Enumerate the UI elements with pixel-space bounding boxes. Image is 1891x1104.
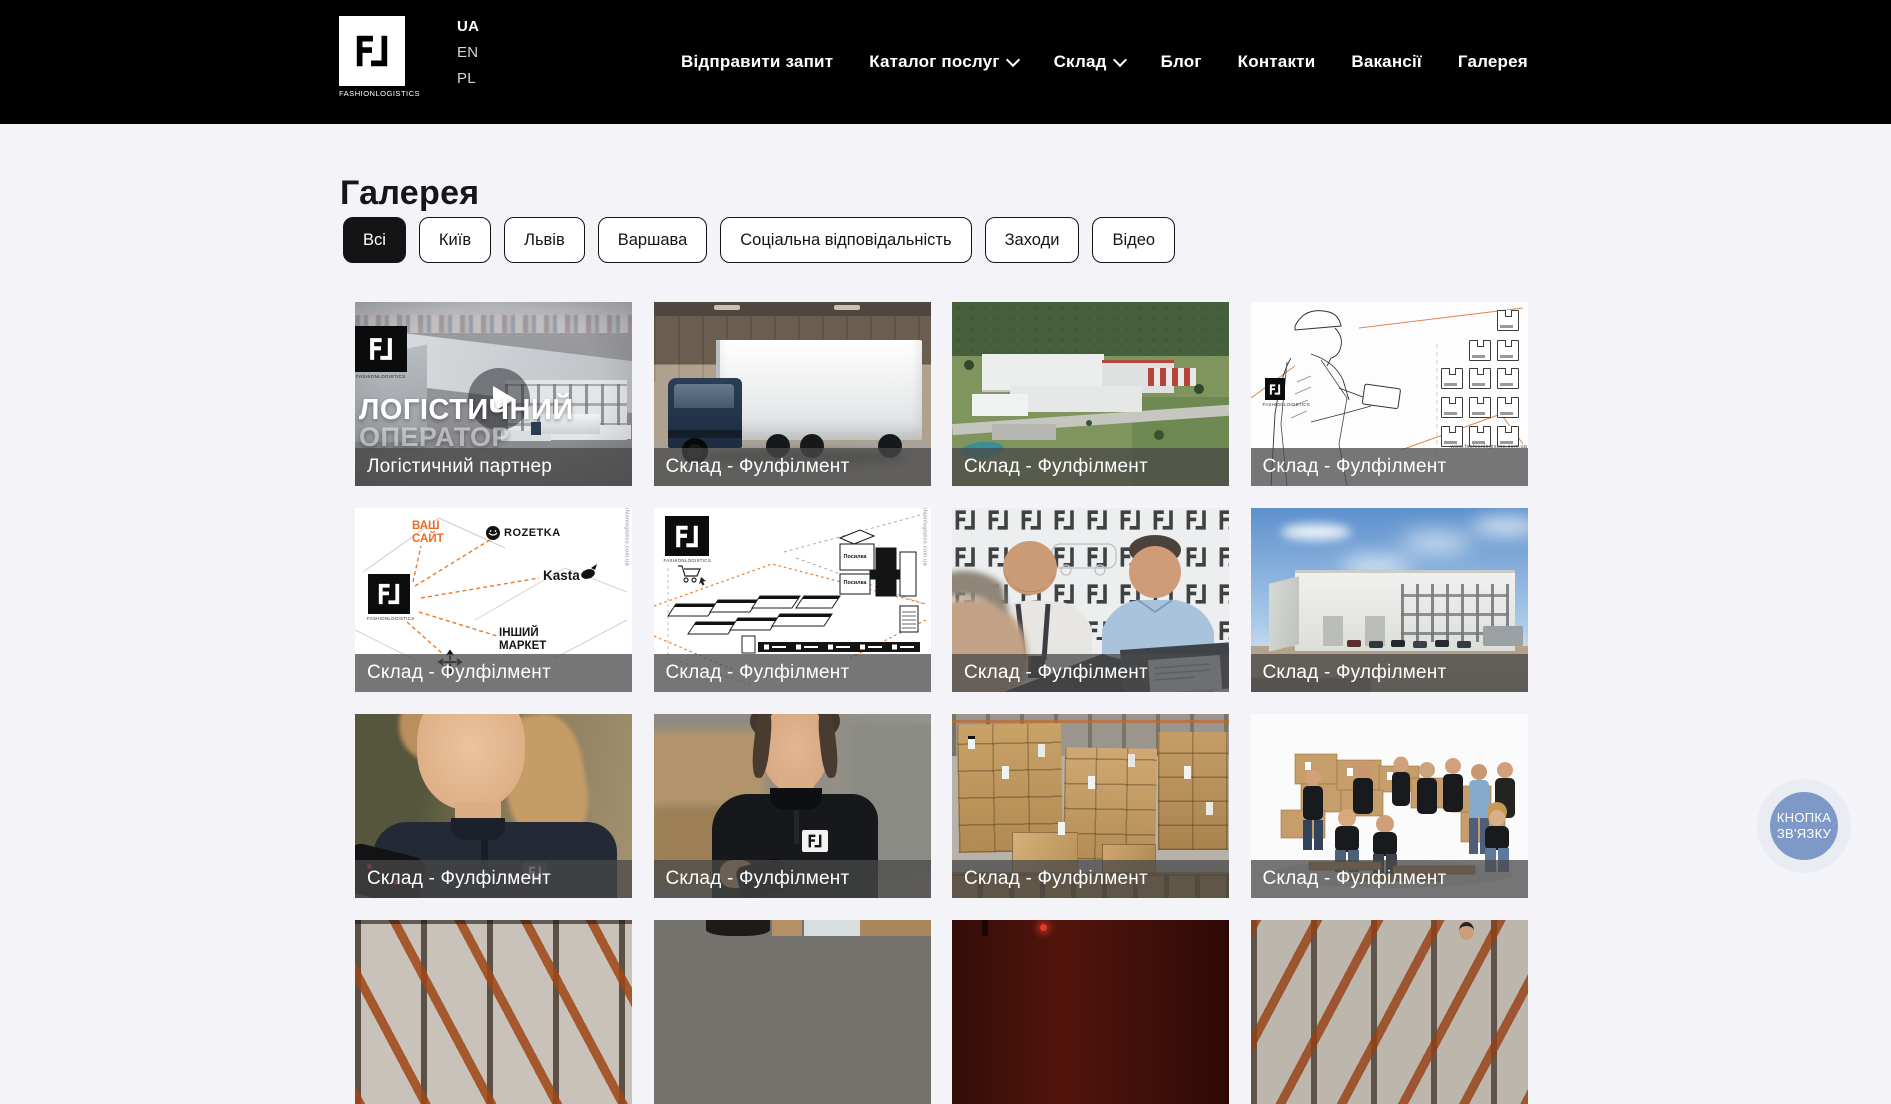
gallery-image [952,920,1229,1104]
gallery-item[interactable]: Склад - Фулфілмент [1251,508,1528,692]
diagram-label-parcel: Посилка [844,554,867,560]
gallery-item[interactable]: Склад - Фулфілмент [355,714,632,898]
brand-logo[interactable]: FASHIONLOGISTICS [339,16,405,98]
site-url-vertical: www.fashionlogistics.com.ua [922,508,928,566]
nav-warehouse[interactable]: Склад [1054,52,1125,72]
gallery-item[interactable]: Склад - Фулфілмент [952,508,1229,692]
filter-lviv[interactable]: Львів [504,217,585,263]
lang-pl[interactable]: PL [457,70,479,87]
filter-social-responsibility[interactable]: Соціальна відповідальність [720,217,971,263]
video-overlay-title: ЛОГІСТИЧНИЙ ОПЕРАТОР [359,397,574,450]
nav-blog[interactable]: Блог [1161,52,1202,72]
gallery-caption: Склад - Фулфілмент [654,448,931,486]
gallery-item[interactable]: Склад - Фулфілмент [952,302,1229,486]
filter-warsaw[interactable]: Варшава [598,217,708,263]
nav-gallery[interactable]: Галерея [1458,52,1528,72]
diagram-label-parcel: Посилка [844,580,867,586]
gallery-caption: Склад - Фулфілмент [1251,860,1528,898]
page-title: Галерея [340,174,479,213]
header: FASHIONLOGISTICS UA EN PL Відправити зап… [0,0,1891,124]
fl-logo-watermark [355,326,407,372]
gallery-caption: Склад - Фулфілмент [952,860,1229,898]
nav-contacts[interactable]: Контакти [1238,52,1316,72]
lang-en[interactable]: EN [457,44,479,61]
filter-events[interactable]: Заходи [985,217,1080,263]
fl-logo-small [665,516,709,556]
fl-logo-small [368,574,410,614]
gallery-item-partial[interactable] [1251,920,1528,1104]
nav-vacancies[interactable]: Вакансії [1351,52,1422,72]
gallery-item[interactable]: FASHIONLOGISTICS www.fashionlogistics.co… [1251,302,1528,486]
contact-button-label: КНОПКА ЗВ'ЯЗКУ [1770,792,1838,860]
chevron-down-icon [1113,52,1127,66]
gallery-item-video[interactable]: FASHIONLOGISTICS ЛОГІСТИЧНИЙ ОПЕРАТОР Ло… [355,302,632,486]
gallery-item[interactable]: Склад - Фулфілмент [654,714,931,898]
gallery-image [654,920,931,1104]
filter-kyiv[interactable]: Київ [419,217,491,263]
gallery-caption: Склад - Фулфілмент [952,654,1229,692]
filter-video[interactable]: Відео [1092,217,1175,263]
gallery-item[interactable]: Склад - Фулфілмент [1251,714,1528,898]
diagram-label-your-site: ВАШСАЙТ [412,520,444,546]
gallery-item-partial[interactable] [952,920,1229,1104]
nav-send-request[interactable]: Відправити запит [681,52,833,72]
gallery-caption: Склад - Фулфілмент [355,860,632,898]
gallery-image [1251,920,1528,1104]
gallery-item-partial[interactable] [355,920,632,1104]
gallery-caption: Склад - Фулфілмент [654,860,931,898]
lang-ua[interactable]: UA [457,18,479,35]
gallery-caption: Склад - Фулфілмент [1251,654,1528,692]
gallery-filters: Всі Київ Львів Варшава Соціальна відпові… [343,217,1175,263]
brand-name: FASHIONLOGISTICS [339,89,405,98]
gallery-item[interactable]: FASHIONLOGISTICS Посилка Посилка www.fas… [654,508,931,692]
gallery-item-partial[interactable] [654,920,931,1104]
nav-services-catalog[interactable]: Каталог послуг [869,52,1017,72]
diagram-label-kasta: Kasta [543,568,580,583]
fl-logo-watermark-text: FASHIONLOGISTICS [356,374,405,379]
gallery-caption: Склад - Фулфілмент [1251,448,1528,486]
gallery-item[interactable]: Склад - Фулфілмент [952,714,1229,898]
fl-logo-icon [339,16,405,86]
gallery-caption: Склад - Фулфілмент [952,448,1229,486]
chevron-down-icon [1006,52,1020,66]
fl-logo-small [1265,378,1285,400]
gallery-caption: Склад - Фулфілмент [654,654,931,692]
diagram-label-rozetka: ROZETKA [504,527,561,539]
site-url-vertical: www.fashionlogistics.com.ua [623,508,629,566]
gallery-item[interactable]: ВАШСАЙТ ROZETKA Kasta ІНШИЙМАРКЕТ FASHIO… [355,508,632,692]
language-switcher: UA EN PL [457,18,479,87]
gallery-item[interactable]: Склад - Фулфілмент [654,302,931,486]
gallery-caption: Склад - Фулфілмент [355,654,632,692]
gallery-image [355,920,632,1104]
contact-button[interactable]: КНОПКА ЗВ'ЯЗКУ [1757,779,1851,873]
filter-all[interactable]: Всі [343,217,406,263]
gallery-grid: FASHIONLOGISTICS ЛОГІСТИЧНИЙ ОПЕРАТОР Ло… [355,302,1528,1104]
main-nav: Відправити запит Каталог послуг Склад Бл… [681,0,1528,124]
gallery-caption: Логістичний партнер [355,448,632,486]
diagram-label-other-market: ІНШИЙМАРКЕТ [499,627,546,653]
